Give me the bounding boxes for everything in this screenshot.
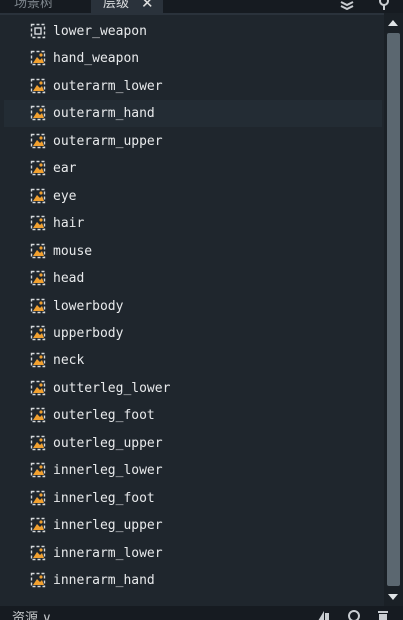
tree-row[interactable]: outerleg_upper — [4, 430, 382, 457]
delete-icon[interactable] — [376, 609, 390, 620]
tree-row[interactable]: innerleg_lower — [4, 457, 382, 484]
tree-row-label: innerleg_upper — [53, 518, 163, 534]
sprite-icon — [30, 380, 46, 396]
sprite-icon — [30, 407, 46, 423]
refresh-icon[interactable] — [347, 609, 361, 620]
tree-row[interactable]: eye — [4, 183, 382, 210]
sort-icon[interactable] — [316, 609, 330, 620]
tree-row[interactable]: upperbody — [4, 320, 382, 347]
scroll-down-arrow-icon[interactable] — [388, 594, 398, 600]
sprite-icon — [30, 462, 46, 478]
tree-row-label: head — [53, 271, 85, 287]
scroll-up-arrow-icon[interactable] — [388, 20, 398, 26]
tree-row-label: outerarm_upper — [53, 133, 163, 149]
sprite-icon — [30, 435, 46, 451]
tree-row-label: eye — [53, 188, 77, 204]
tree-row[interactable]: ear — [4, 155, 382, 182]
tree-row[interactable]: head — [4, 265, 382, 292]
sprite-icon — [30, 243, 46, 259]
hierarchy-tree: lower_weapon hand_weapon outerarm_lowerout… — [0, 13, 403, 606]
tab-assets[interactable]: 资源 ∨ — [12, 607, 52, 620]
tree-row-label: lowerbody — [53, 298, 124, 314]
tree-row-label: outerarm_lower — [53, 78, 163, 94]
tree-row-label: innerleg_foot — [53, 490, 155, 506]
sprite-icon — [30, 517, 46, 533]
tree-row[interactable]: outerleg_foot — [4, 402, 382, 429]
locate-icon[interactable] — [376, 0, 392, 10]
layers-icon[interactable] — [339, 0, 355, 10]
tree-row[interactable]: outerarm_hand — [4, 100, 382, 128]
tree-row-label: outerarm_hand — [53, 106, 155, 122]
node-icon — [30, 23, 46, 39]
tree-row-label: upperbody — [53, 325, 124, 341]
tree-row-label: outerleg_upper — [53, 435, 163, 451]
panel-tab-bar: 场景树 层级 ✕ — [0, 0, 403, 13]
tree-row[interactable]: outerarm_upper — [4, 128, 382, 155]
tree-row[interactable]: innerarm_hand — [4, 567, 382, 594]
tree-row[interactable]: outterleg_lower — [4, 375, 382, 402]
close-icon[interactable]: ✕ — [141, 0, 154, 13]
sprite-icon — [30, 352, 46, 368]
tree-row-label: innerleg_lower — [53, 463, 163, 479]
tree-row-label: innerarm_hand — [53, 573, 155, 588]
tree-row-label: hand_weapon — [53, 51, 140, 67]
vertical-scrollbar[interactable] — [384, 13, 403, 606]
tree-row-label: lower_weapon — [53, 24, 147, 39]
tab-scene-tree[interactable]: 场景树 — [14, 0, 53, 13]
scroll-thumb[interactable] — [387, 33, 400, 586]
sprite-icon — [30, 105, 46, 121]
sprite-icon — [30, 545, 46, 561]
sprite-icon — [30, 78, 46, 94]
sprite-icon — [30, 160, 46, 176]
bottom-panel-bar: 资源 ∨ — [0, 606, 403, 620]
tree-row[interactable]: innerarm_lower — [4, 540, 382, 567]
tab-hierarchy[interactable]: 层级 ✕ — [91, 0, 163, 13]
sprite-icon — [30, 188, 46, 204]
tree-row[interactable]: lowerbody — [4, 293, 382, 320]
tree-row-label: outterleg_lower — [53, 380, 171, 396]
tree-row[interactable]: mouse — [4, 238, 382, 265]
tree-row[interactable]: hand_weapon — [4, 45, 382, 72]
tree-row[interactable]: lower_weapon — [4, 18, 382, 45]
tree-row[interactable]: innerleg_foot — [4, 485, 382, 512]
tree-row[interactable]: innerleg_upper — [4, 512, 382, 539]
tree-row[interactable]: hair — [4, 210, 382, 237]
tree-row-label: neck — [53, 353, 85, 369]
sprite-icon — [30, 325, 46, 341]
tree-row[interactable]: outerarm_lower — [4, 73, 382, 100]
tree-row-label: hair — [53, 216, 85, 232]
tree-row-label: ear — [53, 161, 77, 177]
sprite-icon — [30, 50, 46, 66]
sprite-icon — [30, 215, 46, 231]
sprite-icon — [30, 572, 46, 588]
tree-row-label: outerleg_foot — [53, 408, 155, 424]
sprite-icon — [30, 270, 46, 286]
sprite-icon — [30, 133, 46, 149]
sprite-icon — [30, 490, 46, 506]
tree-row[interactable]: neck — [4, 347, 382, 374]
sprite-icon — [30, 298, 46, 314]
tree-row-label: mouse — [53, 243, 93, 259]
tab-hierarchy-label: 层级 — [103, 0, 130, 11]
tree-row-label: innerarm_lower — [53, 545, 163, 561]
